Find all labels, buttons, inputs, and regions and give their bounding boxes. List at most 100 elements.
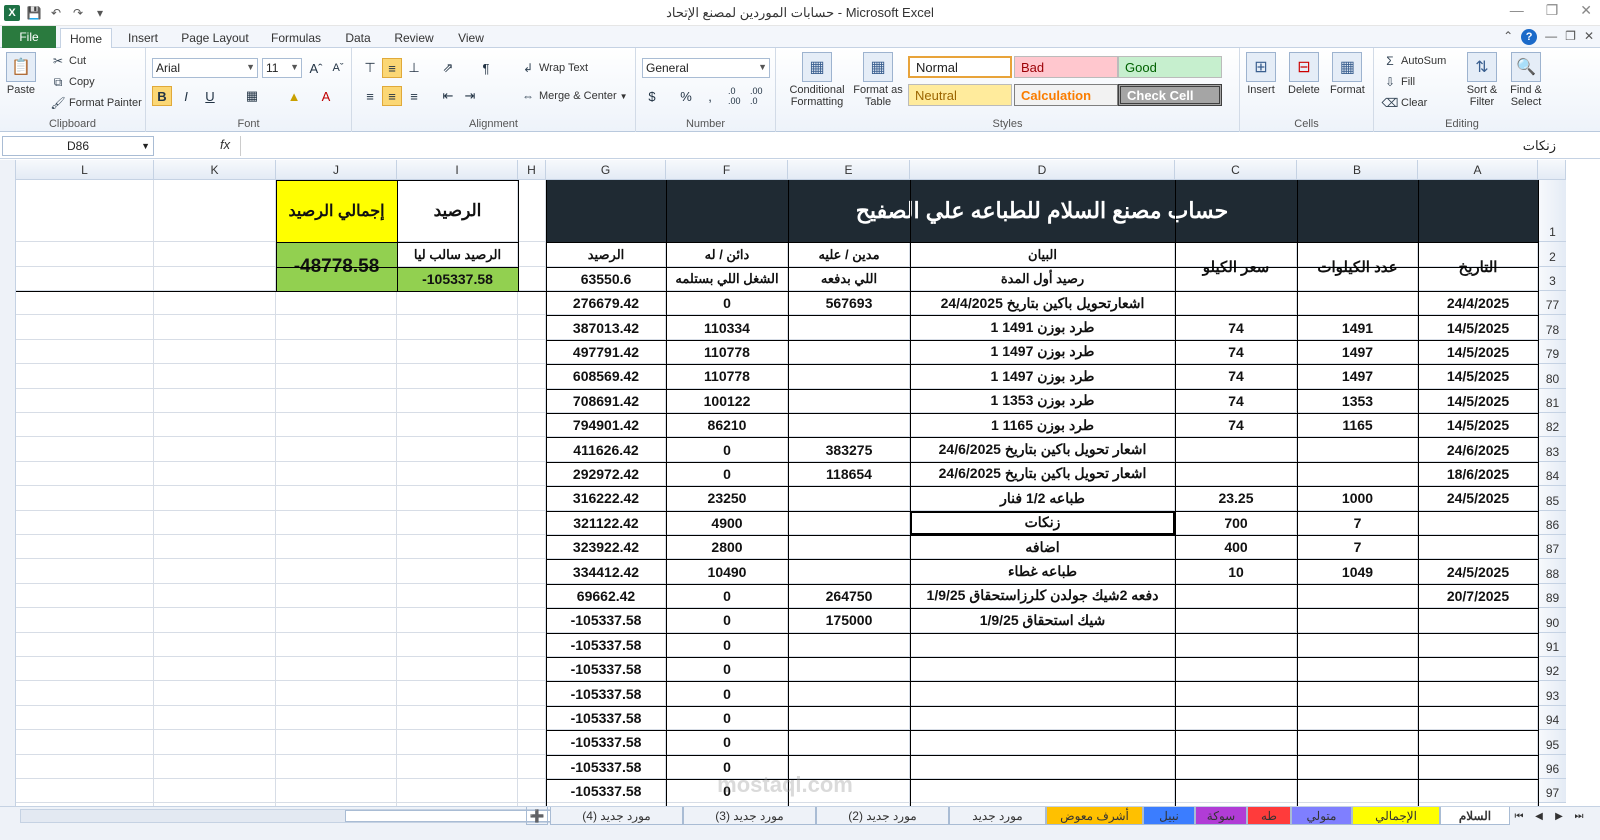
row-header-3[interactable]: 3: [1538, 267, 1566, 291]
row-header-95[interactable]: 95: [1538, 730, 1566, 755]
minimize-icon[interactable]: —: [1510, 2, 1524, 19]
cell-debit[interactable]: 264750: [788, 584, 910, 608]
align-center-icon[interactable]: ≡: [382, 86, 402, 106]
restore-icon[interactable]: ❐: [1546, 2, 1559, 19]
shrink-font-icon[interactable]: Aˇ: [328, 58, 348, 78]
increase-decimal-button[interactable]: .0 .00: [728, 86, 748, 106]
align-middle-icon[interactable]: ≡: [382, 58, 402, 78]
cell-balance[interactable]: -105337.58: [546, 608, 666, 632]
sheet-nav-prev-icon[interactable]: ◀: [1530, 807, 1548, 825]
delete-button[interactable]: ⊟ Delete: [1288, 52, 1320, 96]
cell-kilos[interactable]: 1497: [1297, 340, 1418, 364]
decrease-indent-icon[interactable]: ⇤: [438, 86, 458, 106]
cell-balance[interactable]: 321122.42: [546, 511, 666, 535]
cell-credit[interactable]: 2800: [666, 535, 788, 559]
percent-button[interactable]: %: [676, 86, 696, 106]
row-header-96[interactable]: 96: [1538, 754, 1566, 779]
cell-credit[interactable]: 110778: [666, 340, 788, 364]
cell-credit[interactable]: 100122: [666, 389, 788, 413]
column-header-a[interactable]: A: [1418, 160, 1538, 180]
style-good[interactable]: Good: [1118, 56, 1222, 78]
cell-kilos[interactable]: 1353: [1297, 389, 1418, 413]
align-bottom-icon[interactable]: ⊥: [404, 58, 424, 78]
tab-file[interactable]: File: [2, 26, 56, 48]
underline-button[interactable]: U: [200, 86, 220, 106]
cell-debit[interactable]: 567693: [788, 291, 910, 315]
sort-filter-button[interactable]: ⇅ Sort & Filter: [1462, 52, 1502, 108]
sheet-tab[interactable]: مورد جديد: [949, 807, 1046, 825]
cell-credit[interactable]: 0: [666, 437, 788, 461]
cell-price[interactable]: 74: [1175, 389, 1297, 413]
cell-balance[interactable]: -105337.58: [546, 706, 666, 730]
vertical-scrollbar[interactable]: [0, 160, 16, 806]
align-right-icon[interactable]: ≡: [404, 86, 424, 106]
sheet-nav-next-icon[interactable]: ▶: [1550, 807, 1568, 825]
cell-credit[interactable]: 0: [666, 657, 788, 681]
row-header-85[interactable]: 85: [1538, 486, 1566, 511]
style-calculation[interactable]: Calculation: [1014, 84, 1118, 106]
cell-credit[interactable]: 0: [666, 681, 788, 705]
fill-button[interactable]: ⇩ Fill: [1382, 74, 1415, 90]
row-header-88[interactable]: 88: [1538, 559, 1566, 584]
cell-credit[interactable]: 23250: [666, 486, 788, 510]
cell-statement[interactable]: اشعار تحويل باكين بتاريخ 24/6/2025: [910, 462, 1175, 486]
row-header-84[interactable]: 84: [1538, 461, 1566, 487]
cell-credit[interactable]: 110334: [666, 315, 788, 339]
sheet-nav-last-icon[interactable]: ⏭: [1570, 807, 1588, 825]
cell-statement[interactable]: دفعه 2شيك جولدن كلرزاستحقاق 1/9/25: [910, 584, 1175, 608]
sheet-tab[interactable]: متولي: [1291, 807, 1352, 825]
cell-statement[interactable]: شيك استحقاق 1/9/25: [910, 608, 1175, 632]
copy-button[interactable]: ⧉ Copy: [50, 74, 95, 90]
cell-date[interactable]: 14/5/2025: [1418, 364, 1538, 388]
bold-button[interactable]: B: [152, 86, 172, 106]
format-as-table-button[interactable]: ▦ Format as Table: [852, 52, 904, 108]
cell-debit[interactable]: 383275: [788, 437, 910, 461]
cell-credit[interactable]: 10490: [666, 559, 788, 583]
clear-button[interactable]: ⌫ Clear: [1382, 95, 1428, 111]
row-header-2[interactable]: 2: [1538, 242, 1566, 267]
collapse-ribbon-icon[interactable]: ⌃: [1503, 29, 1513, 45]
cell-balance[interactable]: -105337.58: [546, 755, 666, 779]
font-color-icon[interactable]: A: [316, 86, 336, 106]
cell-price[interactable]: 74: [1175, 315, 1297, 339]
cell-credit[interactable]: 0: [666, 730, 788, 754]
grow-font-icon[interactable]: Aˆ: [306, 58, 326, 78]
cell-statement[interactable]: 1 طرد بوزن 1497: [910, 364, 1175, 388]
cell-credit[interactable]: 0: [666, 584, 788, 608]
cell-date[interactable]: 24/6/2025: [1418, 437, 1538, 461]
style-check-cell[interactable]: Check Cell: [1118, 84, 1222, 106]
doc-minimize-icon[interactable]: —: [1545, 29, 1557, 45]
cell-statement[interactable]: 1 طرد بوزن 1165: [910, 413, 1175, 437]
comma-button[interactable]: ,: [700, 86, 720, 106]
cell-statement[interactable]: اشعارتحويل باكين بتاريخ 24/4/2025: [910, 291, 1175, 315]
cell-balance[interactable]: 411626.42: [546, 437, 666, 461]
increase-indent-icon[interactable]: ⇥: [460, 86, 480, 106]
cell-date[interactable]: 24/5/2025: [1418, 486, 1538, 510]
wrap-text-button[interactable]: ↲ Wrap Text: [520, 60, 588, 76]
row-header-80[interactable]: 80: [1538, 364, 1566, 389]
cell-kilos[interactable]: 1497: [1297, 364, 1418, 388]
cell-balance[interactable]: 69662.42: [546, 584, 666, 608]
column-header-i[interactable]: I: [397, 160, 518, 180]
cell-date[interactable]: 14/5/2025: [1418, 315, 1538, 339]
number-format-select[interactable]: General ▼: [642, 58, 770, 78]
cell-credit[interactable]: 110778: [666, 364, 788, 388]
sheet-nav-first-icon[interactable]: ⏮: [1510, 807, 1528, 825]
sheet-tab[interactable]: مورد جديد (3): [683, 807, 816, 825]
fill-color-icon[interactable]: ▲: [284, 86, 304, 106]
format-cells-button[interactable]: ▦ Format: [1330, 52, 1365, 96]
tab-formulas[interactable]: Formulas: [266, 28, 326, 48]
rtl-icon[interactable]: ¶: [476, 58, 496, 78]
insert-function-icon[interactable]: fx: [220, 137, 230, 152]
row-header-90[interactable]: 90: [1538, 608, 1566, 633]
cell-balance[interactable]: -105337.58: [546, 657, 666, 681]
cell-balance[interactable]: -105337.58: [546, 681, 666, 705]
formula-input[interactable]: زنكات: [240, 136, 1560, 156]
help-icon[interactable]: ?: [1521, 29, 1538, 45]
row-header-82[interactable]: 82: [1538, 413, 1566, 438]
cell-price[interactable]: 74: [1175, 364, 1297, 388]
cell-statement[interactable]: 1 طرد بوزن 1353: [910, 389, 1175, 413]
cell-price[interactable]: 10: [1175, 559, 1297, 583]
column-header-l[interactable]: L: [16, 160, 154, 180]
column-header-b[interactable]: B: [1297, 160, 1418, 180]
